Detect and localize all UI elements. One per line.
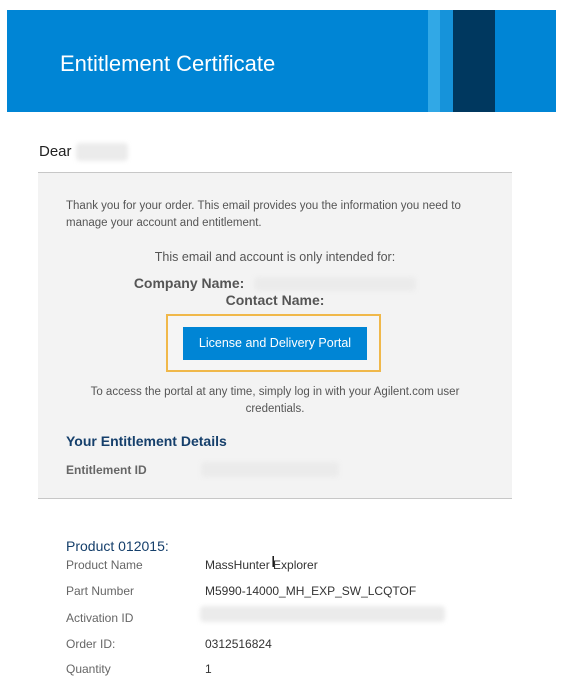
portal-access-note: To access the portal at any time, simply…: [90, 386, 460, 415]
redacted-recipient-name: [75, 143, 128, 162]
activation-id-label: Activation ID: [66, 611, 134, 625]
redacted-company-name: [254, 277, 417, 292]
intended-for-text: This email and account is only intended …: [154, 250, 396, 264]
entitlement-details-heading: Your Entitlement Details: [66, 433, 227, 449]
redacted-entitlement-id: [201, 462, 339, 477]
portal-button-highlight: License and Delivery Portal: [166, 314, 381, 372]
product-name-value: MassHunter Explorer: [205, 558, 318, 572]
certificate-title: Entitlement Certificate: [60, 51, 276, 76]
part-number-value: M5990-14000_MH_EXP_SW_LCQTOF: [205, 584, 417, 598]
text-cursor-icon: I: [271, 553, 276, 571]
part-number-label: Part Number: [66, 584, 135, 598]
company-name-row: Company Name:: [38, 275, 512, 292]
order-id-value: 0312516824: [205, 637, 272, 651]
quantity-label: Quantity: [66, 662, 111, 676]
greeting: Dear: [39, 143, 128, 162]
header-banner: Entitlement Certificate: [7, 10, 556, 112]
quantity-value: 1: [205, 662, 212, 676]
banner-stripe-dark: [453, 10, 495, 112]
company-name-label: Company Name:: [133, 275, 245, 291]
banner-stripe-mid: [440, 10, 453, 112]
product-name-label: Product Name: [66, 558, 143, 572]
product-title: Product 012015:: [66, 538, 169, 554]
redacted-activation-id: [200, 606, 445, 622]
order-id-label: Order ID:: [66, 637, 116, 651]
greeting-salutation: Dear: [39, 143, 72, 160]
license-delivery-portal-button[interactable]: License and Delivery Portal: [183, 327, 367, 360]
banner-stripe-light: [428, 10, 440, 112]
intro-text: Thank you for your order. This email pro…: [66, 200, 461, 229]
account-summary-panel: Thank you for your order. This email pro…: [38, 172, 512, 499]
contact-name-label: Contact Name:: [225, 292, 325, 308]
entitlement-id-label: Entitlement ID: [66, 463, 147, 477]
